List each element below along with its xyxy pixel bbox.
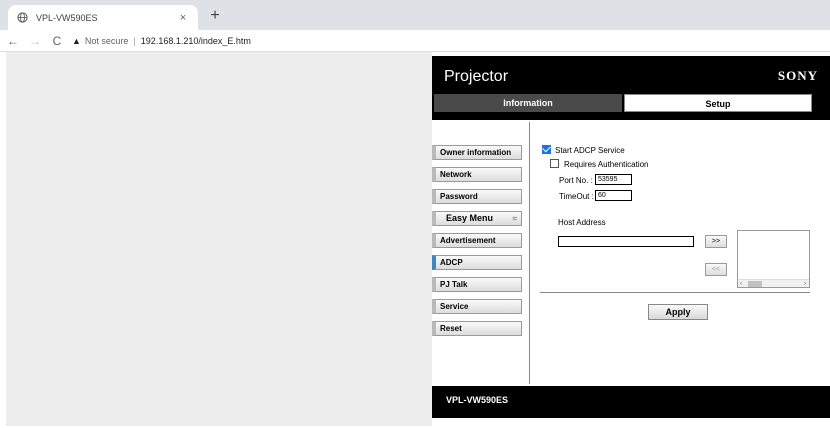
horizontal-divider (540, 292, 810, 293)
forward-arrow-icon[interactable]: → (26, 32, 44, 50)
left-empty-frame (6, 52, 432, 426)
apply-button[interactable]: Apply (648, 304, 708, 320)
address-separator: | (133, 35, 136, 46)
browser-toolbar: ← → C ▲ Not secure | 192.168.1.210/index… (0, 30, 830, 52)
model-name: VPL-VW590ES (446, 395, 509, 405)
new-tab-button[interactable]: + (205, 8, 225, 26)
easy-menu-label: Easy Menu (446, 213, 494, 223)
browser-tabstrip: VPL-VW590ES × + (0, 0, 830, 30)
sidebar-item-advertisement[interactable]: Advertisement (432, 233, 522, 248)
security-status[interactable]: Not secure (85, 36, 129, 46)
timeout-input[interactable] (595, 190, 632, 201)
scroll-right-icon[interactable]: › (804, 280, 806, 288)
sidebar-item-easy-menu[interactable]: Easy Menu ≈ (432, 211, 522, 226)
tab-setup[interactable]: Setup (624, 94, 812, 112)
timeout-label: TimeOut : (559, 192, 594, 201)
port-label: Port No. : (559, 176, 593, 185)
address-bar[interactable]: ▲ Not secure | 192.168.1.210/index_E.htm (72, 32, 251, 50)
model-footer: VPL-VW590ES (432, 386, 830, 418)
sony-logo: SONY (777, 68, 818, 83)
globe-icon (16, 12, 28, 24)
remove-host-button[interactable]: << (705, 263, 727, 276)
sidebar-item-password[interactable]: Password (432, 189, 522, 204)
back-arrow-icon[interactable]: ← (4, 32, 22, 50)
port-input[interactable] (595, 174, 632, 185)
url-text[interactable]: 192.168.1.210/index_E.htm (141, 36, 251, 46)
sidebar-item-owner-information[interactable]: Owner information (432, 145, 522, 160)
tab-information[interactable]: Information (434, 94, 622, 112)
page-title: Projector (444, 68, 509, 85)
projector-header: Projector SONY Information Setup (432, 56, 830, 120)
reload-icon[interactable]: C (48, 32, 66, 50)
host-address-list[interactable]: ‹ › (737, 230, 810, 288)
requires-auth-label: Requires Authentication (564, 160, 649, 169)
requires-auth-checkbox[interactable] (550, 159, 559, 168)
sidebar-item-pj-talk[interactable]: PJ Talk (432, 277, 522, 292)
scrollbar-thumb[interactable] (748, 281, 762, 287)
browser-tab[interactable]: VPL-VW590ES × (8, 5, 198, 30)
sidebar-item-network[interactable]: Network (432, 167, 522, 182)
start-adcp-label: Start ADCP Service (555, 146, 625, 155)
warning-icon[interactable]: ▲ (72, 36, 81, 46)
page-content: Projector SONY Information Setup Owner i… (0, 52, 830, 428)
host-address-input[interactable] (558, 236, 694, 247)
sidebar-item-service[interactable]: Service (432, 299, 522, 314)
tab-title: VPL-VW590ES (36, 12, 98, 23)
scroll-left-icon[interactable]: ‹ (740, 280, 742, 288)
add-host-button[interactable]: >> (705, 235, 727, 248)
host-address-label: Host Address (558, 218, 606, 227)
collapse-chevron-icon[interactable]: ≈ (513, 212, 517, 225)
sidebar-item-reset[interactable]: Reset (432, 321, 522, 336)
close-tab-icon[interactable]: × (176, 12, 190, 24)
vertical-divider (529, 122, 530, 384)
projector-panel: Projector SONY Information Setup Owner i… (432, 52, 830, 428)
start-adcp-checkbox[interactable] (542, 145, 551, 154)
horizontal-scrollbar[interactable]: ‹ › (738, 279, 809, 287)
sidebar-item-adcp[interactable]: ADCP (432, 255, 522, 270)
